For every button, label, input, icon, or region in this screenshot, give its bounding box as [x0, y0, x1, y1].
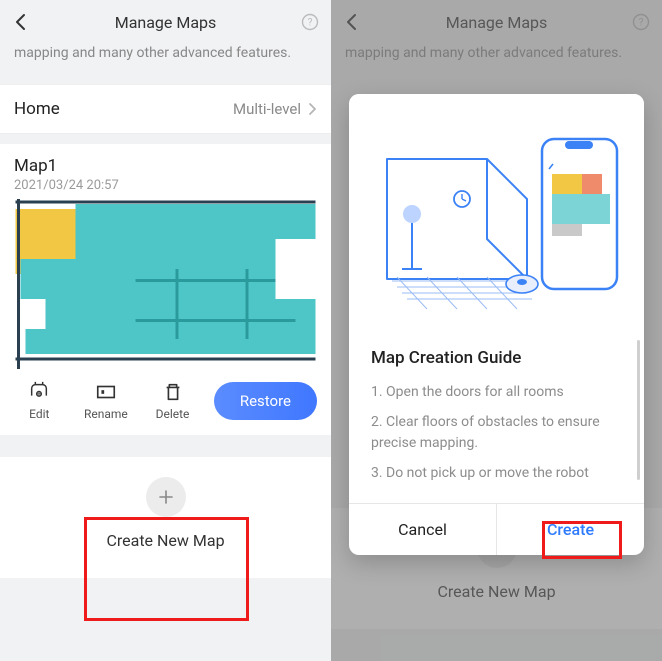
header: Manage Maps ?: [0, 0, 331, 44]
create-button[interactable]: Create: [497, 504, 644, 555]
trash-icon: [162, 381, 184, 403]
home-value: Multi-level: [233, 100, 301, 118]
delete-label: Delete: [156, 407, 190, 421]
dialog-illustration: [349, 94, 644, 334]
back-button[interactable]: [12, 13, 30, 31]
guide-step: 1. Open the doors for all rooms: [371, 382, 622, 402]
guide-step: 3. Do not pick up or move the robot duri…: [371, 463, 622, 483]
home-value-wrap: Multi-level: [233, 100, 317, 118]
delete-button[interactable]: Delete: [147, 381, 198, 421]
map-timestamp: 2021/03/24 20:57: [14, 178, 317, 193]
rename-button[interactable]: Rename: [81, 381, 132, 421]
map-actions: Edit Rename Delete Restore: [14, 381, 317, 421]
rename-label: Rename: [84, 407, 128, 421]
screen-right: Manage Maps ? mapping and many other adv…: [331, 0, 662, 661]
edit-button[interactable]: Edit: [14, 381, 65, 421]
map-name: Map1: [14, 156, 317, 176]
dialog-buttons: Cancel Create: [349, 503, 644, 555]
map-card: Map1 2021/03/24 20:57 Edit Rename: [0, 144, 331, 435]
home-label: Home: [14, 99, 60, 119]
guide-step: 2. Clear floors of obstacles to ensure p…: [371, 412, 622, 453]
intro-text: mapping and many other advanced features…: [0, 44, 331, 78]
map-preview[interactable]: [14, 199, 317, 369]
restore-button[interactable]: Restore: [214, 382, 317, 420]
scroll-indicator[interactable]: [637, 340, 640, 480]
plus-icon: [146, 477, 186, 517]
chevron-right-icon: [307, 102, 317, 116]
page-title: Manage Maps: [115, 13, 217, 32]
create-new-map-label: Create New Map: [14, 531, 317, 550]
svg-text:?: ?: [308, 18, 313, 29]
home-row[interactable]: Home Multi-level: [0, 84, 331, 134]
map-creation-dialog: Map Creation Guide 1. Open the doors for…: [349, 94, 644, 555]
cancel-button[interactable]: Cancel: [349, 504, 497, 555]
rename-icon: [95, 381, 117, 403]
dialog-title: Map Creation Guide: [371, 348, 622, 368]
edit-icon: [28, 381, 50, 403]
create-new-map-card[interactable]: Create New Map: [0, 457, 331, 578]
edit-label: Edit: [29, 407, 49, 421]
dialog-body: Map Creation Guide 1. Open the doors for…: [349, 334, 644, 503]
screen-left: Manage Maps ? mapping and many other adv…: [0, 0, 331, 661]
help-icon[interactable]: ?: [301, 13, 319, 31]
